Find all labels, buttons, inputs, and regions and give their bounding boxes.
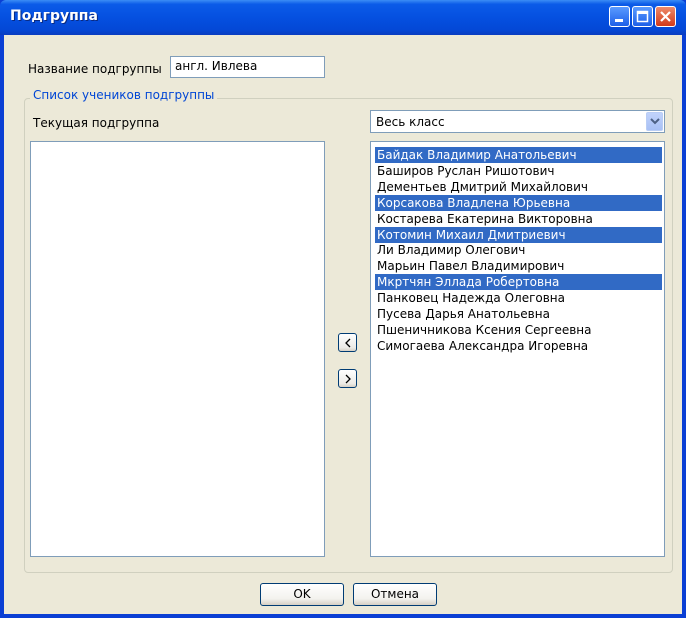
maximize-icon [636, 10, 649, 23]
groupbox-title: Список учеников подгруппы [30, 88, 218, 102]
current-subgroup-list[interactable] [30, 141, 325, 557]
close-icon [660, 11, 671, 22]
move-right-button[interactable] [338, 369, 357, 388]
list-item[interactable]: Симогаева Александра Игоревна [375, 338, 662, 354]
subgroup-name-input[interactable]: англ. Ивлева [170, 56, 325, 78]
list-item[interactable]: Корсакова Владлена Юрьевна [375, 194, 662, 211]
title-bar[interactable]: Подгруппа [0, 0, 686, 35]
list-item[interactable]: Дементьев Дмитрий Михайлович [375, 179, 662, 195]
window-title: Подгруппа [10, 8, 98, 24]
current-subgroup-label: Текущая подгруппа [33, 116, 160, 130]
list-item[interactable]: Пусева Дарья Анатольевна [375, 306, 662, 322]
minimize-icon [615, 19, 623, 22]
chevron-down-icon [650, 118, 660, 125]
maximize-button[interactable] [632, 6, 653, 27]
list-item[interactable]: Пшеничникова Ксения Сергеевна [375, 322, 662, 338]
class-students-list[interactable]: Байдак Владимир Анатольевич Баширов Русла… [370, 141, 665, 557]
class-select-value: Весь класс [376, 115, 445, 129]
list-item[interactable]: Мкртчян Эллада Робертовна [375, 274, 662, 291]
ok-button[interactable]: OK [260, 583, 344, 606]
move-left-button[interactable] [338, 333, 357, 352]
list-item[interactable]: Панковец Надежда Олеговна [375, 290, 662, 306]
minimize-button[interactable] [609, 6, 630, 27]
cancel-button[interactable]: Отмена [353, 583, 437, 606]
dropdown-button[interactable] [646, 112, 663, 131]
list-item[interactable]: Баширов Руслан Ришотович [375, 163, 662, 179]
list-item[interactable]: Костарева Екатерина Викторовна [375, 211, 662, 227]
list-item[interactable]: Котомин Михаил Дмитриевич [375, 226, 662, 243]
class-select[interactable]: Весь класс [370, 110, 665, 133]
list-item[interactable]: Ли Владимир Олегович [375, 242, 662, 258]
name-label: Название подгруппы [28, 62, 162, 76]
close-button[interactable] [655, 6, 676, 27]
chevron-right-icon [345, 374, 351, 384]
list-item[interactable]: Байдак Владимир Анатольевич [375, 147, 662, 163]
list-item[interactable]: Марьин Павел Владимирович [375, 258, 662, 274]
chevron-left-icon [345, 338, 351, 348]
